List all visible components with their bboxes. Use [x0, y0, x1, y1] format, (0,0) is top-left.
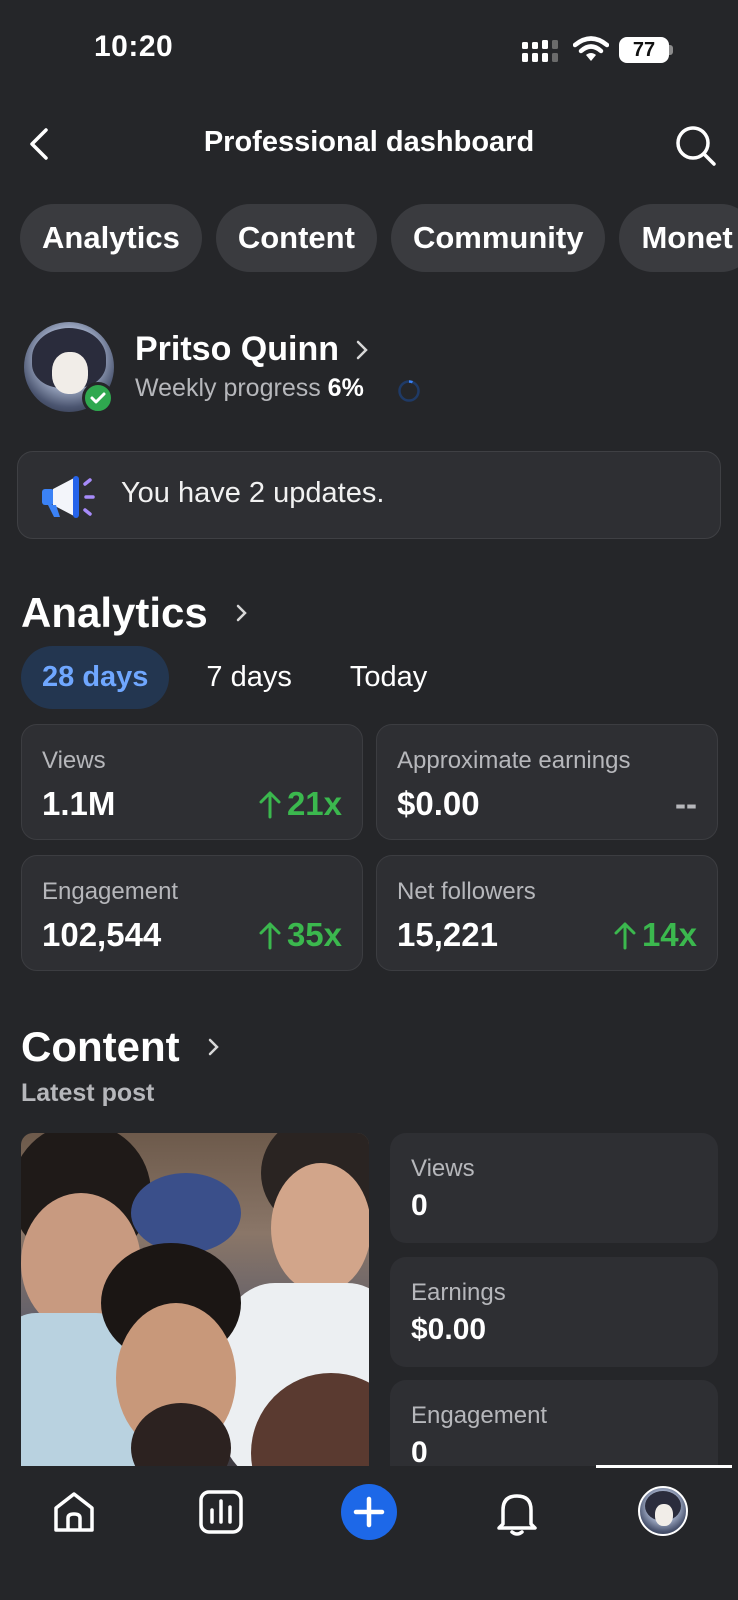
updates-banner-text: You have 2 updates.	[121, 477, 385, 509]
range-today[interactable]: Today	[329, 646, 448, 709]
chevron-right-icon[interactable]	[232, 600, 250, 626]
card-delta: --	[675, 785, 697, 823]
chevron-right-icon[interactable]	[352, 336, 372, 364]
page-title: Professional dashboard	[203, 126, 535, 158]
stat-value: 0	[411, 1436, 428, 1469]
home-icon[interactable]	[48, 1486, 100, 1538]
analytics-icon[interactable]	[195, 1486, 247, 1538]
weekly-progress-label: Weekly progress	[135, 374, 321, 402]
stat-label: Engagement	[411, 1402, 548, 1429]
megaphone-icon	[42, 476, 95, 518]
stat-value: $0.00	[411, 1313, 487, 1346]
latest-post-thumbnail[interactable]	[21, 1133, 369, 1468]
range-28-days[interactable]: 28 days	[21, 646, 170, 709]
range-7-days[interactable]: 7 days	[185, 646, 312, 709]
notifications-bell-icon[interactable]	[491, 1486, 543, 1538]
search-icon[interactable]	[672, 122, 720, 170]
post-earnings-card[interactable]: Earnings $0.00	[390, 1257, 718, 1367]
latest-post-label: Latest post	[21, 1079, 155, 1107]
profile-name[interactable]: Pritso Quinn	[135, 330, 339, 369]
card-delta-value: 35x	[286, 916, 342, 953]
engagement-card[interactable]: Engagement 102,544 35x	[21, 855, 363, 971]
net-followers-card[interactable]: Net followers 15,221 14x	[376, 855, 718, 971]
tab-content[interactable]: Content	[215, 204, 377, 272]
card-value: 1.1M	[42, 785, 116, 822]
card-label: Views	[42, 747, 106, 774]
progress-ring-icon	[398, 380, 420, 402]
views-card[interactable]: Views 1.1M 21x	[21, 724, 363, 840]
dashboard-tabs: Analytics Content Community Monet	[20, 204, 738, 272]
profile-avatar-nav[interactable]	[638, 1486, 688, 1536]
stat-label: Views	[411, 1155, 475, 1182]
arrow-up-icon	[614, 922, 636, 950]
wifi-icon	[573, 36, 609, 61]
compose-button[interactable]	[341, 1484, 397, 1540]
stat-label: Earnings	[411, 1279, 506, 1306]
earnings-card[interactable]: Approximate earnings $0.00 --	[376, 724, 718, 840]
card-delta: 14x	[612, 916, 697, 954]
analytics-section-title[interactable]: Analytics	[21, 589, 208, 637]
date-range-selector: 28 days 7 days Today	[21, 646, 464, 709]
card-label: Engagement	[42, 878, 179, 905]
content-section-title[interactable]: Content	[21, 1023, 180, 1071]
card-label: Approximate earnings	[397, 747, 631, 774]
tab-monetization[interactable]: Monet	[619, 204, 738, 272]
active-tab-indicator	[596, 1465, 732, 1468]
arrow-up-icon	[259, 922, 281, 950]
tab-community[interactable]: Community	[390, 204, 606, 272]
card-delta-value: 14x	[641, 916, 697, 953]
card-delta-value: --	[675, 785, 697, 822]
card-label: Net followers	[397, 878, 536, 905]
compose-plus-icon	[353, 1496, 385, 1528]
chevron-right-icon[interactable]	[204, 1034, 222, 1060]
battery-level: 77	[619, 37, 669, 63]
stat-value: 0	[411, 1189, 428, 1222]
card-value: 102,544	[42, 916, 162, 953]
tab-analytics[interactable]: Analytics	[20, 204, 202, 272]
verified-check-icon	[82, 382, 114, 414]
cellular-signal-icon	[522, 40, 558, 62]
card-delta: 21x	[257, 785, 342, 823]
card-value: $0.00	[397, 785, 480, 822]
arrow-up-icon	[259, 791, 281, 819]
weekly-progress: Weekly progress 6%	[135, 374, 364, 403]
card-value: 15,221	[397, 916, 498, 953]
weekly-progress-value: 6%	[327, 374, 364, 402]
card-delta-value: 21x	[286, 785, 342, 822]
post-views-card[interactable]: Views 0	[390, 1133, 718, 1243]
status-time: 10:20	[94, 30, 174, 63]
card-delta: 35x	[257, 916, 342, 954]
battery-indicator: 77	[619, 37, 673, 63]
